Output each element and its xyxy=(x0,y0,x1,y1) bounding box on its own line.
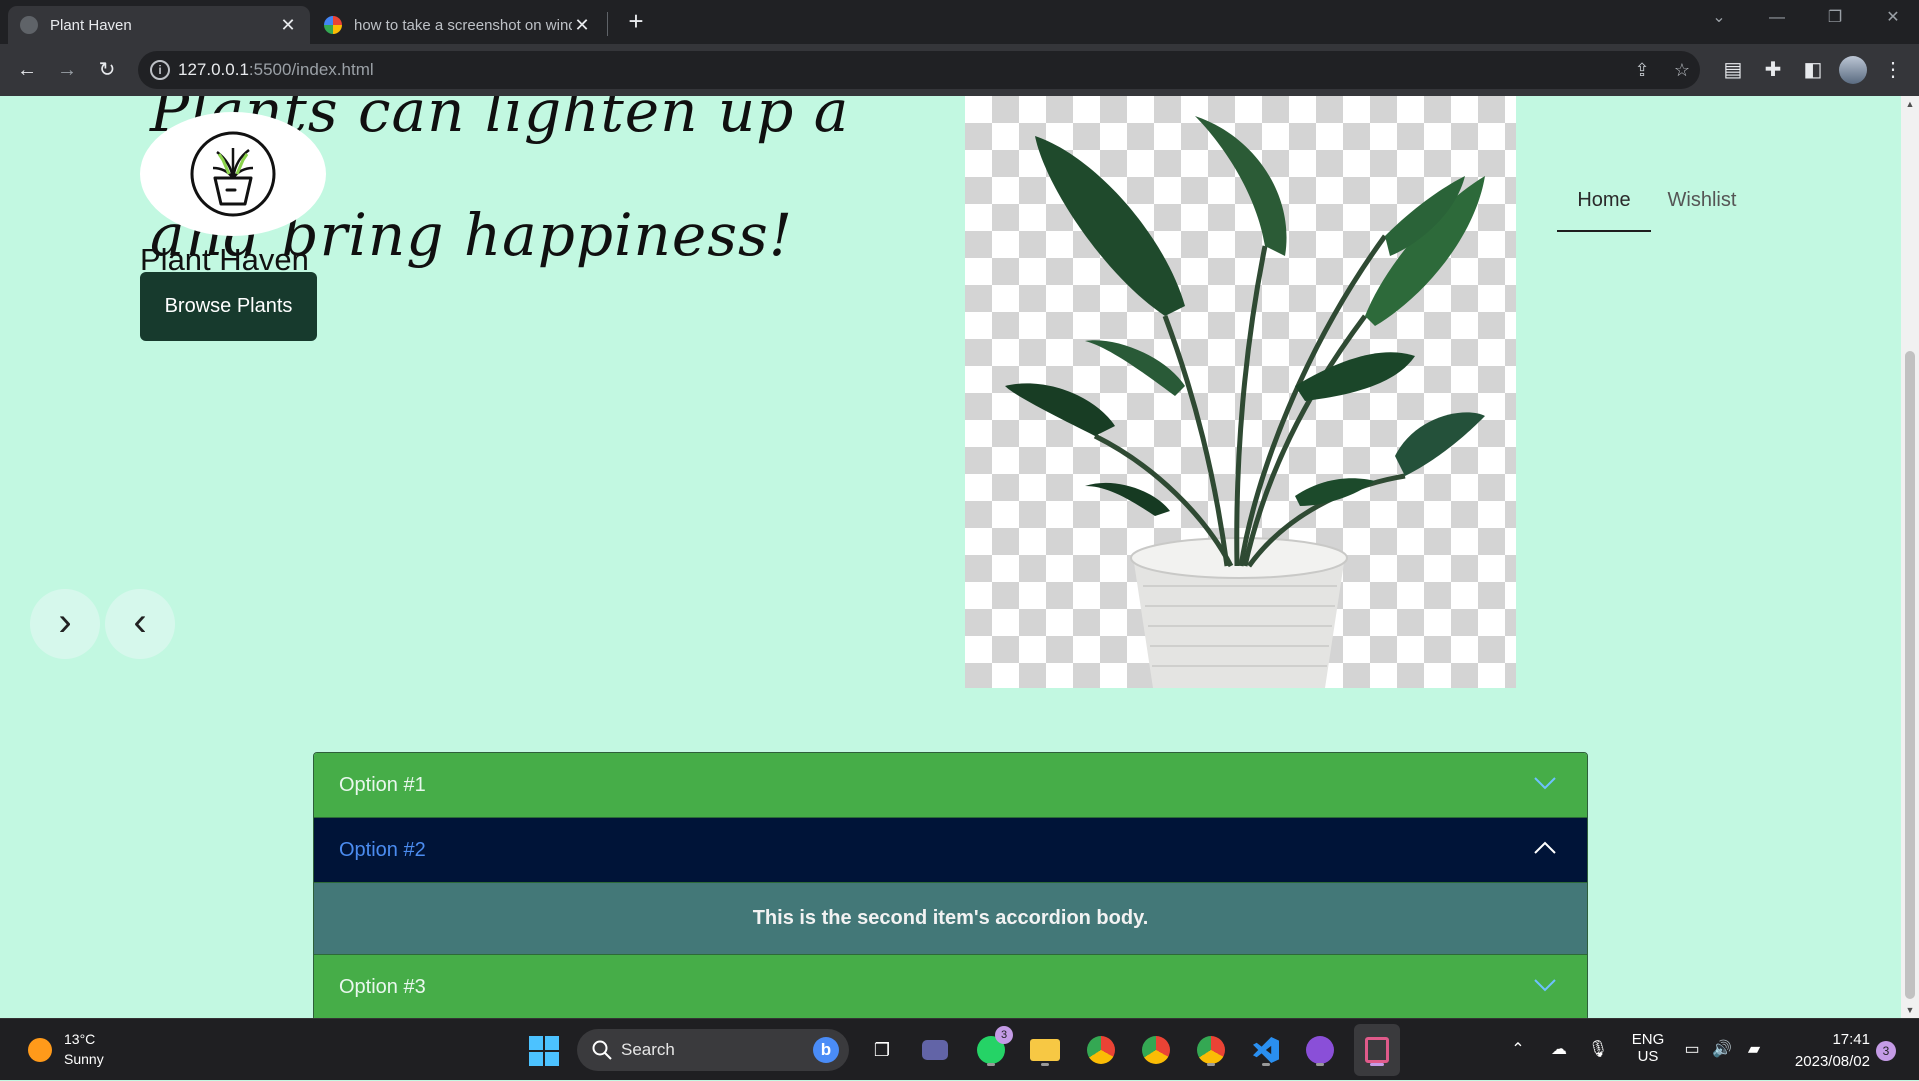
accordion-body-2: This is the second item's accordion body… xyxy=(314,883,1587,955)
globe-icon xyxy=(20,16,38,34)
menu-icon[interactable]: ⋮ xyxy=(1876,54,1910,86)
clock-date[interactable]: 2023/08/02 xyxy=(1778,1053,1870,1070)
windows-taskbar: 13°C Sunny Search b ❐ 3 ⌃ ☁ 🎙 ENG US ▭ 🔊… xyxy=(0,1018,1919,1080)
chevron-down-icon xyxy=(1534,777,1556,790)
back-icon[interactable]: ← xyxy=(10,54,44,86)
close-tab-icon[interactable]: ✕ xyxy=(572,15,592,36)
github-desktop-icon[interactable] xyxy=(1302,1032,1338,1068)
microphone-icon[interactable]: 🎙 xyxy=(1586,1039,1610,1061)
address-bar[interactable]: i 127.0.0.1:5500/index.html ⇪ ☆ xyxy=(138,51,1700,89)
accordion: Option #1 Option #2 This is the second i… xyxy=(313,752,1588,1018)
onedrive-cloud-icon[interactable]: ☁ xyxy=(1547,1039,1571,1061)
page-scrollbar[interactable]: ▲ ▼ xyxy=(1901,96,1919,1018)
logo[interactable] xyxy=(140,112,326,236)
reload-icon[interactable]: ↻ xyxy=(90,54,124,86)
task-view-icon[interactable]: ❐ xyxy=(864,1032,900,1068)
language-code: ENG xyxy=(1631,1031,1665,1048)
minimize-icon[interactable]: — xyxy=(1751,0,1803,36)
profile-avatar[interactable] xyxy=(1836,54,1870,86)
windows-logo-pane xyxy=(545,1052,559,1066)
chrome-active-icon[interactable] xyxy=(1193,1032,1229,1068)
nav-wishlist[interactable]: Wishlist xyxy=(1657,186,1747,232)
whatsapp-icon[interactable]: 3 xyxy=(973,1026,1013,1068)
windows-logo-pane xyxy=(529,1052,543,1066)
tab-search-icon[interactable]: ⌄ xyxy=(1693,0,1745,36)
windows-logo-pane xyxy=(545,1036,559,1050)
tab-plant-haven[interactable]: Plant Haven ✕ xyxy=(8,6,310,44)
side-panel-icon[interactable]: ◧ xyxy=(1796,54,1830,86)
close-tab-icon[interactable]: ✕ xyxy=(278,15,298,36)
running-indicator xyxy=(1370,1063,1384,1066)
start-button[interactable] xyxy=(529,1036,559,1066)
plant-illustration xyxy=(1005,116,1485,688)
running-indicator xyxy=(987,1063,995,1066)
running-indicator xyxy=(1207,1063,1215,1066)
weather-temperature[interactable]: 13°C xyxy=(64,1031,95,1047)
forward-icon[interactable]: → xyxy=(50,54,84,86)
carousel-next-button[interactable]: › xyxy=(30,589,100,659)
accordion-option-label: Option #3 xyxy=(339,976,426,998)
accordion-option-3[interactable]: Option #3 xyxy=(314,955,1587,1018)
running-indicator xyxy=(1041,1063,1049,1066)
restore-icon[interactable]: ❐ xyxy=(1809,0,1861,36)
page-content: Plants can lighten up a room and bring h… xyxy=(0,96,1901,1018)
notification-badge[interactable]: 3 xyxy=(1876,1041,1896,1061)
bing-icon[interactable]: b xyxy=(813,1037,839,1063)
volume-icon[interactable]: 🔊 xyxy=(1710,1039,1734,1061)
accordion-option-1[interactable]: Option #1 xyxy=(314,753,1587,818)
nav-home[interactable]: Home xyxy=(1557,186,1651,232)
windows-logo-pane xyxy=(529,1036,543,1050)
network-icon[interactable]: ▭ xyxy=(1680,1039,1704,1061)
whatsapp-badge: 3 xyxy=(995,1026,1013,1044)
close-window-icon[interactable]: ✕ xyxy=(1867,0,1919,36)
running-indicator xyxy=(1262,1063,1270,1066)
search-icon xyxy=(592,1040,612,1060)
vscode-icon[interactable] xyxy=(1248,1032,1284,1068)
teams-meet-icon[interactable] xyxy=(917,1032,953,1068)
scroll-up-icon[interactable]: ▲ xyxy=(1901,96,1919,112)
extensions-icon[interactable]: ✚ xyxy=(1756,54,1790,86)
scrollbar-thumb[interactable] xyxy=(1905,351,1915,999)
language-indicator[interactable]: ENG US xyxy=(1626,1019,1670,1081)
browse-plants-button[interactable]: Browse Plants xyxy=(140,272,317,341)
tab-google-search[interactable]: how to take a screenshot on windows ✕ xyxy=(312,6,604,44)
snipping-tool-icon[interactable] xyxy=(1359,1032,1395,1068)
tab-title: Plant Haven xyxy=(50,16,132,34)
carousel-prev-button[interactable]: ‹ xyxy=(105,589,175,659)
accordion-option-2[interactable]: Option #2 xyxy=(314,818,1587,883)
tab-title: how to take a screenshot on windows xyxy=(354,16,572,34)
weather-sun-icon[interactable] xyxy=(28,1038,52,1062)
potted-plant-icon xyxy=(190,131,276,217)
accordion-option-label: Option #2 xyxy=(339,838,426,861)
tab-separator xyxy=(607,12,608,36)
taskbar-search[interactable]: Search b xyxy=(577,1029,849,1071)
site-info-icon[interactable]: i xyxy=(150,60,170,80)
weather-condition[interactable]: Sunny xyxy=(64,1051,104,1067)
browser-toolbar: ← → ↻ i 127.0.0.1:5500/index.html ⇪ ☆ ▤ … xyxy=(0,44,1919,96)
reading-list-icon[interactable]: ▤ xyxy=(1716,54,1750,86)
url-path: :5500/index.html xyxy=(248,60,374,79)
share-icon[interactable]: ⇪ xyxy=(1628,57,1656,83)
chrome-profile-icon[interactable] xyxy=(1138,1032,1174,1068)
chrome-icon[interactable] xyxy=(1083,1032,1119,1068)
browser-tab-strip: Plant Haven ✕ how to take a screenshot o… xyxy=(0,0,1919,44)
file-explorer-icon[interactable] xyxy=(1027,1032,1063,1068)
accordion-option-label: Option #1 xyxy=(339,773,426,796)
search-label: Search xyxy=(621,1040,675,1059)
chevron-down-icon xyxy=(1534,979,1556,992)
url-host: 127.0.0.1 xyxy=(178,60,249,79)
scroll-down-icon[interactable]: ▼ xyxy=(1901,1002,1919,1018)
running-indicator xyxy=(1316,1063,1324,1066)
show-hidden-icons-chevron-up-icon[interactable]: ⌃ xyxy=(1506,1039,1530,1061)
bookmark-star-icon[interactable]: ☆ xyxy=(1668,57,1696,83)
clock-time[interactable]: 17:41 xyxy=(1790,1031,1870,1048)
google-icon xyxy=(324,16,342,34)
url-text[interactable]: 127.0.0.1:5500/index.html xyxy=(178,60,374,80)
language-region: US xyxy=(1637,1048,1659,1065)
chevron-up-icon xyxy=(1534,841,1556,854)
battery-icon[interactable]: ▰ xyxy=(1742,1039,1766,1061)
new-tab-button[interactable]: + xyxy=(622,6,650,36)
plant-image xyxy=(965,96,1516,688)
